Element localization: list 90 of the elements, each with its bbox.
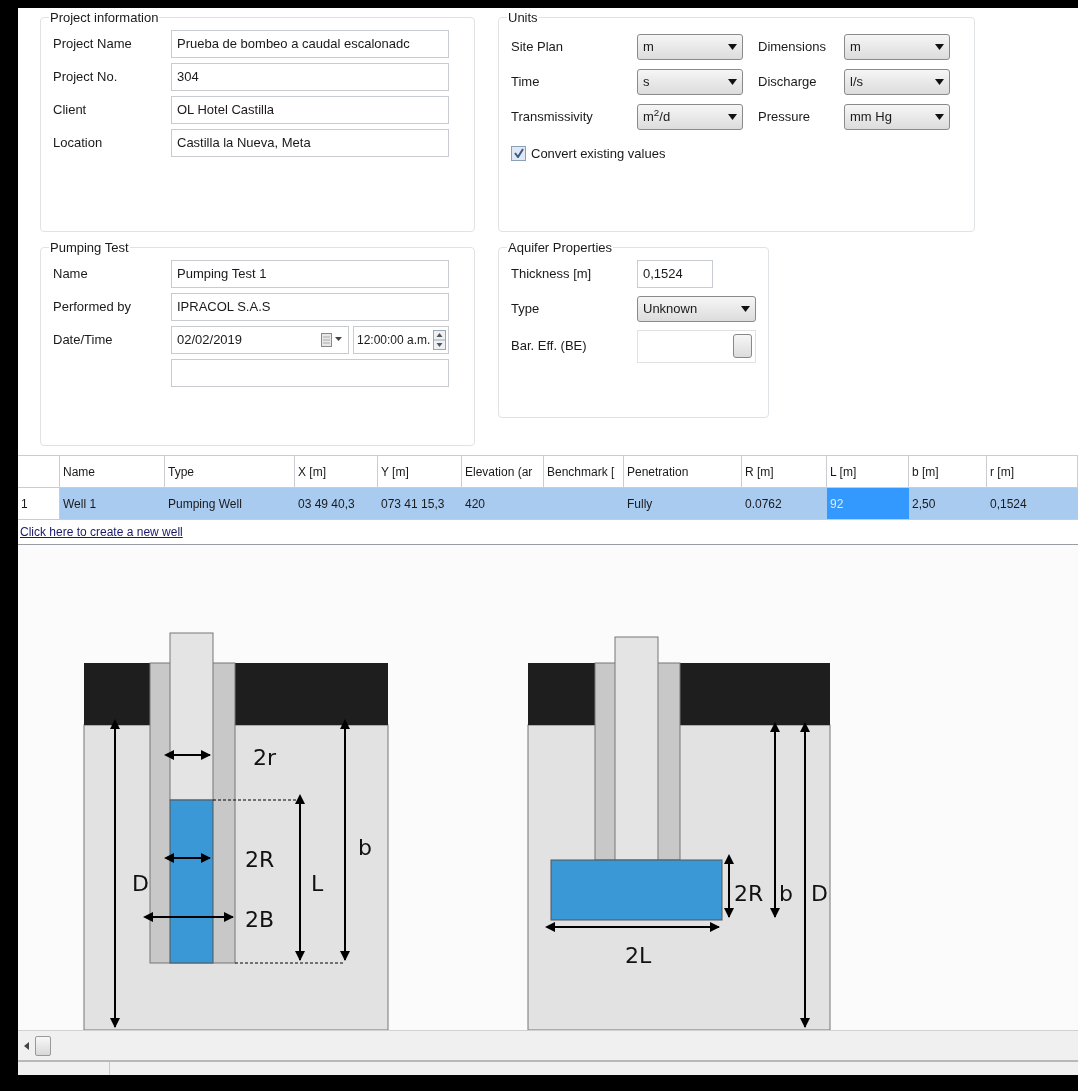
dropdown[interactable]: s [637,68,743,95]
checkbox-label: Convert existing values [531,144,666,163]
column-header[interactable]: Name [60,456,165,487]
checkmark-icon [513,148,524,159]
input-field[interactable]: IPRACOL S.A.S [171,292,449,321]
column-header[interactable]: r [m] [987,456,1078,487]
caret-icon [728,78,737,85]
field-label: Date/Time [53,330,114,349]
column-header[interactable]: Y [m] [378,456,462,487]
scrollbar-thumb[interactable] [35,1035,51,1056]
dropdown[interactable]: mm Hg [844,103,950,130]
caret-icon [728,43,737,50]
field-label: Project No. [53,67,119,86]
calendar-icon [321,332,343,347]
field-label: Type [511,299,541,318]
dimension-label: 2R [245,847,275,872]
table-cell-text: 03 49 40,3 [297,495,356,513]
input-field[interactable]: OL Hotel Castilla [171,95,449,124]
column-header[interactable]: Benchmark [ [544,456,624,487]
table-cell-text: 2,50 [911,495,937,513]
caret-icon [935,113,944,120]
input-field[interactable]: 304 [171,62,449,91]
column-header[interactable]: Elevation (ar [462,456,544,487]
table-cell-text: Pumping Well [167,495,243,513]
dimension-label: D [811,881,828,906]
spinner-icon [433,329,446,350]
dimension-label: b [779,881,793,906]
dropdown[interactable]: m [844,33,950,60]
dimension-label: 2R [734,881,764,906]
caret-icon [728,113,737,120]
checkbox[interactable] [511,145,526,161]
field-label: Transmissivity [511,107,594,126]
input-field[interactable]: Pumping Test 1 [171,259,449,288]
caret-icon [741,305,750,312]
dropdown[interactable]: l/s [844,68,950,95]
table-cell-text: 0,1524 [989,495,1028,513]
new-well-link[interactable]: Click here to create a new well [20,523,183,541]
dimension-arrow [724,854,734,918]
input-field[interactable] [637,329,756,363]
input-field[interactable]: 0,1524 [637,259,713,288]
column-header[interactable]: R [m] [742,456,827,487]
column-header[interactable]: X [m] [295,456,378,487]
ellipsis-button[interactable] [733,334,752,358]
field-label: Name [53,264,89,283]
time-picker[interactable]: 12:00:00 a.m. [353,325,449,354]
date-picker[interactable]: 02/02/2019 [171,325,349,354]
field-label: Time [511,72,541,91]
field-label: Project Name [53,34,133,53]
dimension-label: 2B [245,907,275,932]
caret-icon [935,78,944,85]
field-label: Performed by [53,297,133,316]
dropdown[interactable]: m [637,33,743,60]
column-header[interactable]: b [m] [909,456,987,487]
field-label: Location [53,133,104,152]
group-title: Aquifer Properties [507,239,614,257]
field-label: Bar. Eff. (BE) [511,337,588,356]
table-cell-text: 073 41 15,3 [380,495,446,513]
dimension-label: D [132,871,149,896]
input-field[interactable]: Prueba de bombeo a caudal escalonadc [171,29,449,58]
group-title: Units [507,9,539,27]
column-header[interactable]: Type [165,456,295,487]
dimension-arrow [164,750,211,760]
table-row[interactable]: 1 Well 1 Pumping Well 03 49 40,3 073 41 15,3 420 Fully 0.0762 92 2,50 0,1524 [18,488,1078,520]
dropdown[interactable]: m$^{2}$/d [637,103,743,130]
table-cell: 92 [827,488,909,519]
column-header[interactable]: Penetration [624,456,742,487]
field-label: Pressure [757,107,812,126]
dimension-label: 2L [625,943,652,968]
table-cell-text: 0.0762 [744,495,783,513]
field-label: Discharge [757,72,818,91]
field-label: Site Plan [511,37,565,56]
dimension-label: 2r [253,745,277,770]
dimension-label: b [358,835,372,860]
dropdown[interactable]: Unknown [637,295,756,322]
scroll-left-icon[interactable] [24,1041,29,1050]
group-title: Project information [49,9,160,27]
field-label: Client [53,100,88,119]
field-label: Dimensions [757,37,827,56]
group-title: Pumping Test [49,239,130,257]
column-header[interactable]: L [m] [827,456,909,487]
dimension-label: L [311,871,324,896]
row-number: 1 [18,488,60,519]
caret-icon [935,43,944,50]
field-label: Thickness [m] [511,264,593,283]
input-field[interactable] [171,358,449,387]
table-cell-text: 420 [464,495,487,513]
table-cell-text: Fully [626,495,654,513]
input-field[interactable]: Castilla la Nueva, Meta [171,128,449,157]
table-cell-text: Well 1 [62,495,98,513]
dimension-arrow [164,853,211,863]
